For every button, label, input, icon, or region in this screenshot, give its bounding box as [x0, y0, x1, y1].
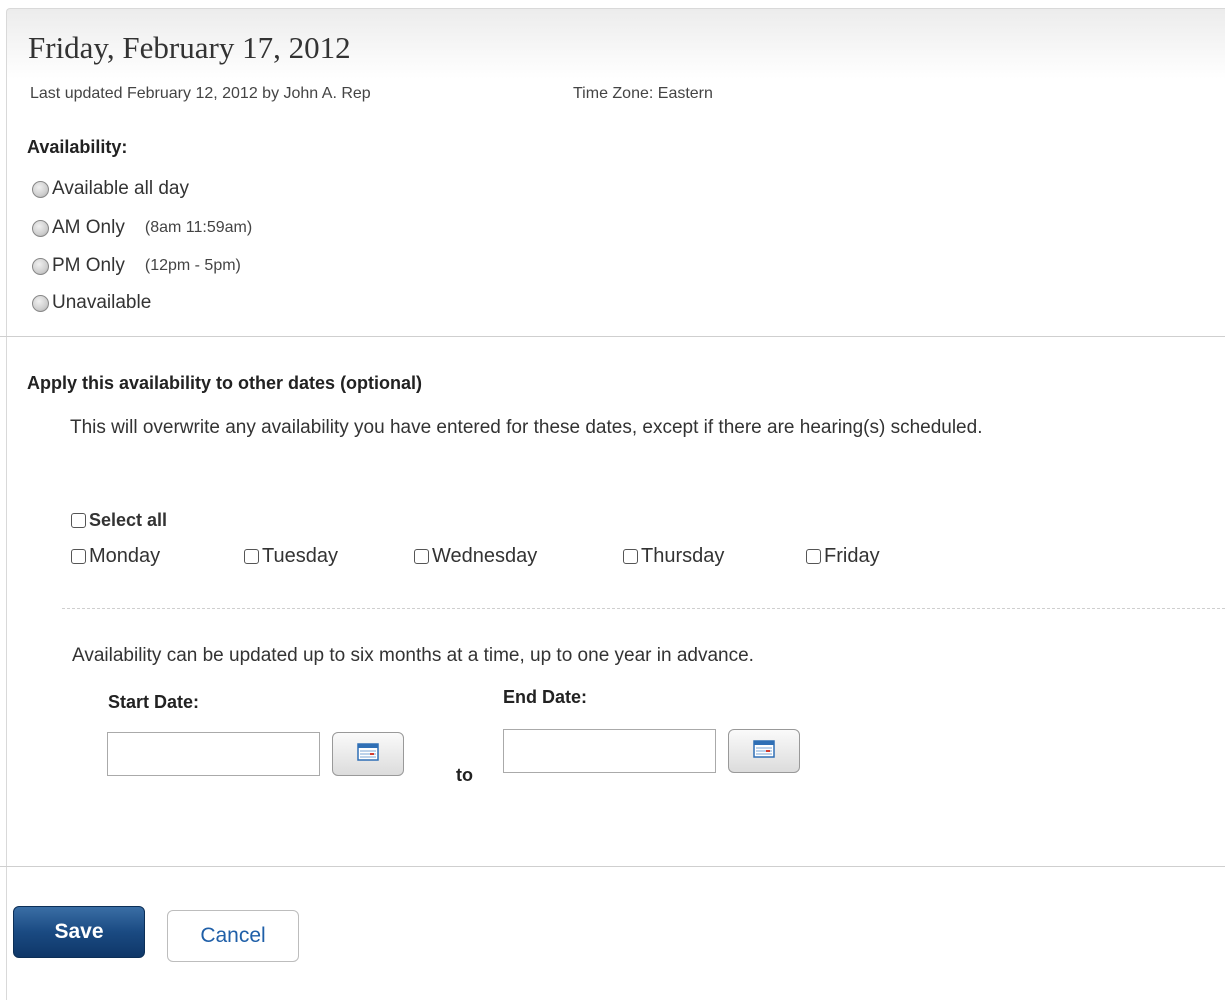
checkbox-friday[interactable]: Friday: [806, 545, 880, 568]
checkbox[interactable]: [71, 549, 86, 564]
radio-unavailable[interactable]: Unavailable: [32, 292, 151, 314]
page-title: Friday, February 17, 2012: [28, 30, 351, 65]
availability-label: Availability:: [27, 137, 128, 157]
last-updated-text: Last updated February 12, 2012 by John A…: [30, 85, 371, 102]
section-divider: [0, 336, 1225, 337]
radio-hint: (8am 11:59am): [144, 219, 253, 236]
checkbox[interactable]: [71, 513, 86, 528]
apply-heading: Apply this availability to other dates (…: [27, 373, 423, 393]
radio-label: Available all day: [52, 178, 189, 199]
radio-am-only[interactable]: AM Only (8am 11:59am): [32, 217, 252, 239]
radio-pm-only[interactable]: PM Only (12pm - 5pm): [32, 255, 241, 277]
checkbox-thursday[interactable]: Thursday: [623, 545, 724, 568]
section-divider: [0, 866, 1225, 867]
radio-available-all-day[interactable]: Available all day: [32, 178, 189, 200]
radio-label: AM Only: [52, 217, 125, 238]
apply-description: This will overwrite any availability you…: [70, 417, 983, 438]
day-label: Monday: [89, 545, 161, 567]
end-date-input[interactable]: [503, 729, 716, 773]
radio-label: PM Only: [52, 255, 125, 276]
radio-button[interactable]: [32, 219, 49, 237]
checkbox-tuesday[interactable]: Tuesday: [244, 545, 338, 568]
checkbox-monday[interactable]: Monday: [71, 545, 160, 568]
checkbox[interactable]: [806, 549, 821, 564]
availability-panel: [6, 8, 1225, 1000]
radio-button[interactable]: [32, 180, 49, 198]
select-all-checkbox[interactable]: Select all: [71, 510, 167, 531]
cancel-button[interactable]: Cancel: [167, 910, 299, 962]
day-label: Tuesday: [262, 545, 338, 567]
start-date-calendar-button[interactable]: [332, 732, 404, 776]
day-label: Wednesday: [432, 545, 538, 567]
radio-hint: (12pm - 5pm): [144, 257, 241, 274]
calendar-icon: [753, 739, 775, 763]
checkbox[interactable]: [623, 549, 638, 564]
day-label: Thursday: [641, 545, 725, 567]
start-date-input[interactable]: [107, 732, 320, 776]
radio-button[interactable]: [32, 257, 49, 275]
checkbox-wednesday[interactable]: Wednesday: [414, 545, 537, 568]
radio-label: Unavailable: [52, 292, 152, 313]
end-date-calendar-button[interactable]: [728, 729, 800, 773]
range-note: Availability can be updated up to six mo…: [72, 645, 754, 666]
checkbox[interactable]: [414, 549, 429, 564]
dashed-divider: [62, 608, 1225, 609]
checkbox[interactable]: [244, 549, 259, 564]
select-all-label: Select all: [89, 510, 168, 530]
day-label: Friday: [824, 545, 880, 567]
calendar-icon: [357, 742, 379, 766]
end-date-label: End Date:: [503, 687, 588, 707]
save-button[interactable]: Save: [13, 906, 145, 958]
start-date-label: Start Date:: [108, 692, 200, 712]
time-zone-text: Time Zone: Eastern: [573, 85, 713, 102]
radio-button[interactable]: [32, 294, 49, 312]
to-label: to: [456, 765, 473, 785]
